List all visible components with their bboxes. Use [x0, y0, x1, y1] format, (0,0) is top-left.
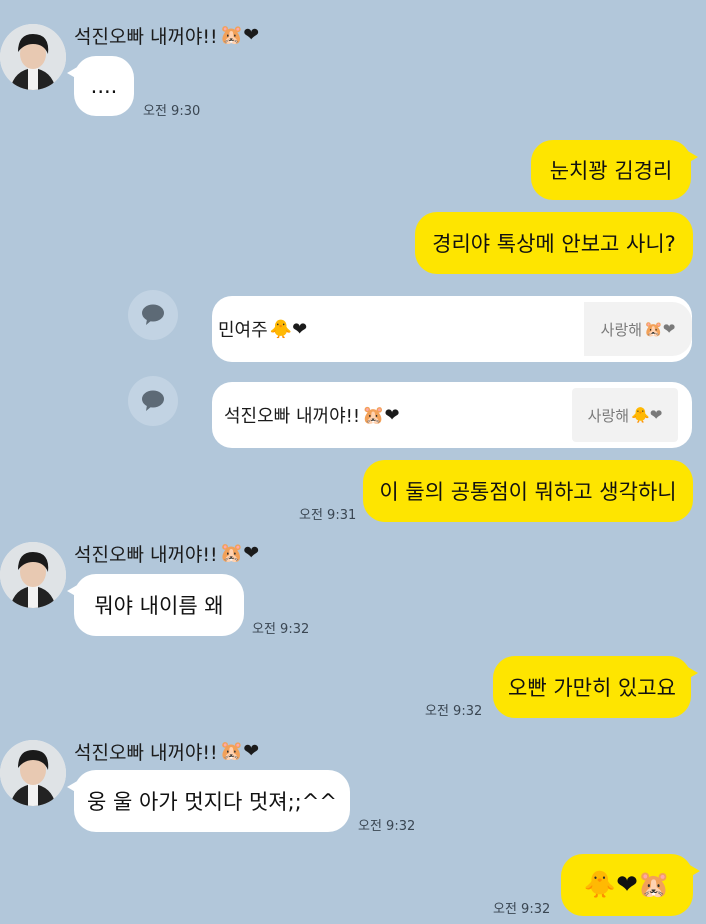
profile-card[interactable]: 석진오빠 내꺼야!! 🐹❤ 사랑해 🐥❤: [212, 382, 692, 448]
hamster-heart-emoji: 🐹❤: [219, 542, 260, 564]
message-text: ....: [90, 74, 118, 98]
message-time: 오전 9:32: [358, 819, 416, 834]
profile-card-name: 석진오빠 내꺼야!! 🐹❤: [224, 402, 400, 428]
message-time: 오전 9:30: [143, 104, 201, 119]
sender-name: 석진오빠 내꺼야!! 🐹❤: [74, 540, 259, 567]
sender-name: 석진오빠 내꺼야!! 🐹❤: [74, 738, 259, 765]
message-bubble[interactable]: 경리야 톡상메 안보고 사니?: [415, 212, 693, 274]
sender-name-text: 석진오빠 내꺼야!!: [74, 742, 218, 764]
message-bubble[interactable]: 눈치꽝 김경리: [531, 140, 698, 200]
message-bubble[interactable]: 오빤 가만히 있고요: [493, 656, 698, 718]
hamster-heart-emoji: 🐹❤: [219, 740, 260, 762]
message-bubble[interactable]: 이 둘의 공통점이 뭐하고 생각하니: [363, 460, 693, 522]
message-bubble[interactable]: 🐥❤🐹: [561, 854, 700, 916]
message-time: 오전 9:32: [425, 704, 483, 719]
message-bubble[interactable]: 뭐야 내이름 왜: [67, 574, 244, 636]
profile-name-text: 민여주: [218, 320, 268, 341]
profile-card-status: 사랑해 🐹❤: [584, 302, 692, 356]
speech-bubble-icon[interactable]: [128, 376, 178, 426]
hamster-heart-emoji: 🐹❤: [644, 320, 676, 338]
message-text: 오빤 가만히 있고요: [508, 676, 676, 700]
message-time: 오전 9:32: [252, 622, 310, 637]
speech-bubble-icon[interactable]: [128, 290, 178, 340]
sender-name-text: 석진오빠 내꺼야!!: [74, 26, 218, 48]
message-text: 경리야 톡상메 안보고 사니?: [432, 232, 676, 256]
message-bubble[interactable]: ....: [67, 56, 134, 116]
profile-card-status: 사랑해 🐥❤: [572, 388, 678, 442]
message-text: 이 둘의 공통점이 뭐하고 생각하니: [379, 480, 677, 504]
chick-heart-hamster-emoji: 🐥❤🐹: [583, 870, 671, 900]
profile-name-text: 석진오빠 내꺼야!!: [224, 406, 361, 427]
chick-heart-emoji: 🐥❤: [269, 318, 308, 340]
profile-card-name: 민여주 🐥❤: [218, 316, 307, 342]
chick-heart-emoji: 🐥❤: [631, 406, 663, 424]
message-bubble[interactable]: 웅 울 아가 멋지다 멋져;;^^: [67, 770, 350, 832]
hamster-heart-emoji: 🐹❤: [362, 404, 400, 426]
profile-card[interactable]: 민여주 🐥❤ 사랑해 🐹❤: [212, 296, 692, 362]
message-time: 오전 9:31: [299, 508, 357, 523]
avatar[interactable]: [0, 24, 66, 90]
sender-name-text: 석진오빠 내꺼야!!: [74, 544, 218, 566]
message-text: 웅 울 아가 멋지다 멋져;;^^: [87, 790, 337, 814]
message-text: 뭐야 내이름 왜: [94, 594, 224, 618]
message-time: 오전 9:32: [493, 902, 551, 917]
hamster-heart-emoji: 🐹❤: [219, 24, 260, 46]
avatar[interactable]: [0, 542, 66, 608]
profile-status-text: 사랑해: [600, 320, 643, 339]
avatar[interactable]: [0, 740, 66, 806]
message-text: 눈치꽝 김경리: [549, 159, 673, 183]
profile-status-text: 사랑해: [587, 406, 630, 425]
sender-name: 석진오빠 내꺼야!! 🐹❤: [74, 22, 259, 49]
